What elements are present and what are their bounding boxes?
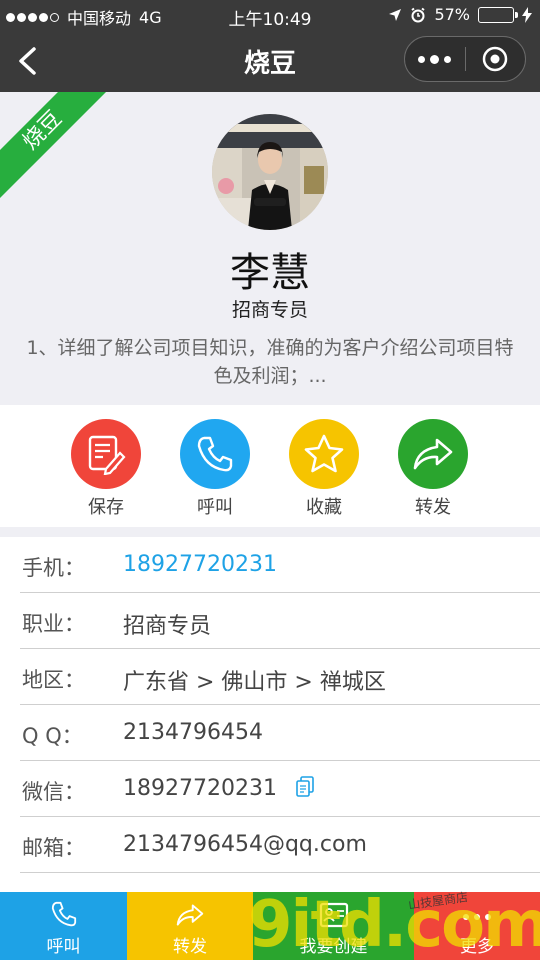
more-dots-icon[interactable] [405,37,465,81]
profile-intro[interactable]: 1、详细了解公司项目知识，准确的为客户介绍公司项目特色及利润；... [20,334,520,390]
action-row: 保存 呼叫 收藏 转发 [0,405,540,527]
bottom-forward-button[interactable]: 转发 [127,892,253,960]
wechat-value: 18927720231 [123,776,277,801]
star-icon [304,434,344,473]
call-button[interactable]: 呼叫 [170,419,260,519]
bottom-call-label: 呼叫 [46,937,81,957]
mobile-label: 手机： [22,556,85,580]
bottom-action-bar: 呼叫 转发 我要创建 更多 [0,892,540,960]
qq-value: 2134796454 [123,720,263,745]
section-divider [0,527,540,537]
bottom-more-label: 更多 [460,937,494,957]
bottom-more-button[interactable]: 更多 [414,892,540,960]
job-label: 职业： [22,612,85,636]
phone-icon [197,436,233,472]
bottom-create-label: 我要创建 [299,937,368,957]
bottom-create-button[interactable]: 我要创建 [253,892,414,960]
charging-bolt-icon [522,6,532,23]
corner-ribbon: 烧豆 [0,92,116,204]
status-bar: 中国移动 4G 上午10:49 57% [0,0,540,30]
contact-info-list: 手机： 18927720231 职业： 招商专员 地区： 广东省 > 佛山市 >… [0,537,540,873]
save-label: 保存 [88,497,124,518]
info-row-email: 邮箱： 2134796454@qq.com [20,817,540,873]
forward-button[interactable]: 转发 [388,419,478,519]
bottom-forward-label: 转发 [173,937,207,957]
phone-icon [51,901,76,927]
email-value: 2134796454@qq.com [123,832,367,857]
wechat-label: 微信： [22,780,85,804]
more-dots-icon [463,914,491,928]
battery-percent: 57% [434,5,470,24]
share-arrow-icon [176,904,204,926]
call-label: 呼叫 [197,497,233,518]
favorite-button[interactable]: 收藏 [279,419,369,519]
info-row-region: 地区： 广东省 > 佛山市 > 禅城区 [20,649,540,705]
bottom-call-button[interactable]: 呼叫 [0,892,127,960]
forward-label: 转发 [415,497,451,518]
qq-label: Q Q： [22,724,83,748]
profile-position: 招商专员 [231,299,308,321]
copy-icon[interactable] [296,776,314,798]
alarm-clock-icon [411,7,426,22]
card-icon [319,902,348,928]
profile-name: 李慧 [230,250,310,296]
region-label: 地区： [22,668,85,692]
profile-header: 烧豆 李慧 招商专员 1、详细了解公司项目知识，准确的为客户介绍公司项目特色及利… [0,92,540,405]
mini-program-capsule [404,36,526,82]
email-label: 邮箱： [22,836,85,860]
save-button[interactable]: 保存 [61,419,151,519]
info-row-wechat: 微信： 18927720231 [20,761,540,817]
info-row-mobile: 手机： 18927720231 [20,537,540,593]
info-row-job: 职业： 招商专员 [20,593,540,649]
battery-icon [478,6,518,23]
job-value: 招商专员 [123,614,212,639]
avatar[interactable] [212,114,328,230]
favorite-label: 收藏 [306,497,342,518]
note-edit-icon [88,435,126,475]
info-row-qq: Q Q： 2134796454 [20,705,540,761]
region-value: 广东省 > 佛山市 > 禅城区 [123,670,386,695]
close-target-icon[interactable] [465,37,525,81]
share-arrow-icon [413,438,453,470]
nav-bar: 烧豆 [0,30,540,92]
location-arrow-icon [389,8,402,21]
mobile-value-link[interactable]: 18927720231 [123,552,277,577]
